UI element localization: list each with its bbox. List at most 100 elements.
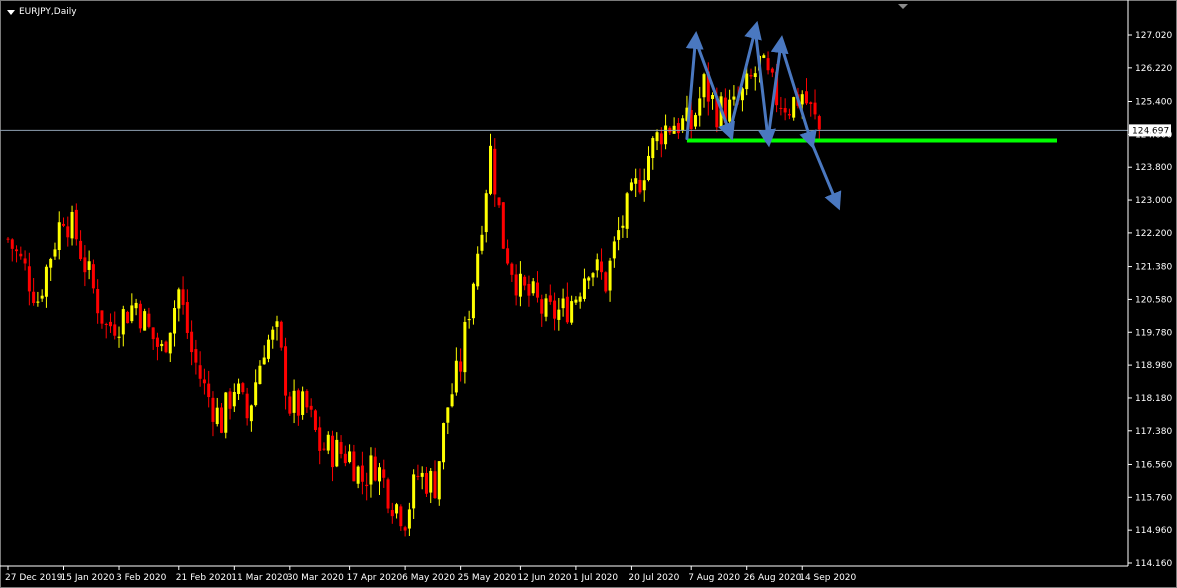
pattern-arrow bbox=[766, 35, 789, 140]
y-tick-label: 123.000 bbox=[1135, 196, 1172, 206]
candle-body bbox=[15, 249, 19, 252]
chart-shift-marker-icon[interactable] bbox=[898, 4, 908, 9]
candle-body bbox=[207, 383, 211, 398]
candle-body bbox=[587, 277, 591, 281]
candle-body bbox=[130, 305, 134, 322]
candle-body bbox=[249, 405, 253, 422]
candle-body bbox=[787, 114, 791, 116]
candle-body bbox=[442, 423, 446, 463]
candle-body bbox=[647, 155, 650, 181]
candle-body bbox=[134, 302, 138, 309]
x-tick-label: 14 Sep 2020 bbox=[799, 573, 856, 583]
candle-body bbox=[288, 396, 292, 414]
y-tick-label: 126.220 bbox=[1135, 64, 1172, 74]
candle-body bbox=[138, 303, 142, 329]
candle-body bbox=[642, 180, 646, 191]
y-tick-label: 120.580 bbox=[1135, 295, 1172, 305]
candle-body bbox=[360, 465, 364, 482]
candle-body bbox=[732, 96, 736, 100]
candle-body bbox=[570, 301, 574, 323]
candle-body bbox=[676, 123, 680, 134]
candle-body bbox=[23, 258, 27, 264]
candle-body bbox=[403, 527, 407, 531]
x-tick-label: 21 Feb 2020 bbox=[176, 573, 232, 583]
candle-body bbox=[275, 321, 279, 327]
candle-body bbox=[194, 349, 198, 363]
candle-body bbox=[91, 264, 95, 289]
axes: 127.020 126.220 125.400 124.600 123.800 123.0… bbox=[0, 0, 1172, 583]
candle-body bbox=[10, 239, 14, 249]
y-tick-label: 121.380 bbox=[1135, 263, 1172, 273]
candle-body bbox=[266, 339, 270, 359]
candle-body bbox=[126, 311, 130, 324]
candle-body bbox=[113, 324, 117, 336]
candle-body bbox=[198, 365, 202, 379]
candle-body bbox=[681, 118, 685, 131]
candle-body bbox=[420, 472, 424, 477]
candle-body bbox=[489, 145, 493, 194]
candle-body bbox=[377, 467, 381, 482]
pattern-arrow bbox=[728, 20, 762, 134]
candle-body bbox=[164, 341, 168, 353]
candle-body bbox=[83, 257, 87, 273]
candle-body bbox=[147, 313, 151, 327]
candle-body bbox=[390, 510, 394, 517]
candle-body bbox=[309, 405, 313, 410]
candle-body bbox=[557, 309, 561, 320]
candle-body bbox=[480, 234, 484, 251]
candle-body bbox=[373, 456, 377, 481]
candle-body bbox=[753, 73, 757, 78]
candle-body bbox=[258, 365, 262, 385]
candle-body bbox=[651, 138, 655, 159]
candle-body bbox=[476, 253, 480, 287]
candle-body bbox=[237, 383, 241, 394]
candle-body bbox=[664, 125, 668, 145]
candle-body bbox=[531, 281, 535, 294]
candle-body bbox=[70, 211, 74, 239]
candle-body bbox=[429, 470, 433, 493]
candle-body bbox=[100, 310, 104, 324]
candle-body bbox=[565, 296, 569, 323]
candle-body bbox=[459, 361, 463, 372]
candle-body bbox=[262, 357, 266, 365]
candle-body bbox=[74, 209, 78, 240]
candle-body bbox=[305, 390, 309, 408]
candle-body bbox=[19, 253, 23, 257]
candle-body bbox=[57, 222, 61, 251]
candle-body bbox=[168, 332, 172, 354]
x-tick-label: 6 May 2020 bbox=[402, 573, 455, 583]
y-tick-label: 125.400 bbox=[1135, 98, 1172, 108]
candle-body bbox=[181, 289, 185, 305]
candle-body bbox=[117, 336, 121, 338]
candle-body bbox=[395, 504, 399, 514]
candle-body bbox=[574, 299, 578, 303]
x-tick-label: 20 Jul 2020 bbox=[628, 573, 679, 583]
candle-body bbox=[770, 68, 774, 73]
candle-body bbox=[96, 289, 100, 314]
candle-body bbox=[553, 300, 557, 319]
candle-body bbox=[497, 197, 501, 206]
candle-body bbox=[655, 132, 659, 142]
candle-body bbox=[463, 321, 467, 373]
candle-body bbox=[365, 484, 369, 487]
chart-plot[interactable]: 124.697 127.020 126.220 125.400 124.600 123.… bbox=[0, 0, 1177, 588]
candle-body bbox=[783, 108, 787, 113]
candle-body bbox=[185, 302, 189, 333]
candle-body bbox=[621, 225, 625, 228]
overlays: 124.697 bbox=[0, 4, 1171, 211]
x-tick-label: 11 Mar 2020 bbox=[231, 573, 288, 583]
x-tick-label: 3 Feb 2020 bbox=[116, 573, 167, 583]
candle-body bbox=[348, 451, 352, 463]
candle-body bbox=[296, 390, 300, 416]
candle-body bbox=[301, 391, 305, 415]
candle-body bbox=[506, 248, 510, 264]
candle-body bbox=[800, 94, 804, 105]
candle-body bbox=[446, 407, 450, 423]
candle-body bbox=[190, 331, 194, 353]
candle-body bbox=[6, 238, 10, 240]
candle-body bbox=[228, 391, 232, 409]
candle-body bbox=[49, 258, 53, 268]
y-tick-label: 122.200 bbox=[1135, 229, 1172, 239]
candle-body bbox=[173, 308, 177, 334]
candle-body bbox=[292, 390, 296, 413]
